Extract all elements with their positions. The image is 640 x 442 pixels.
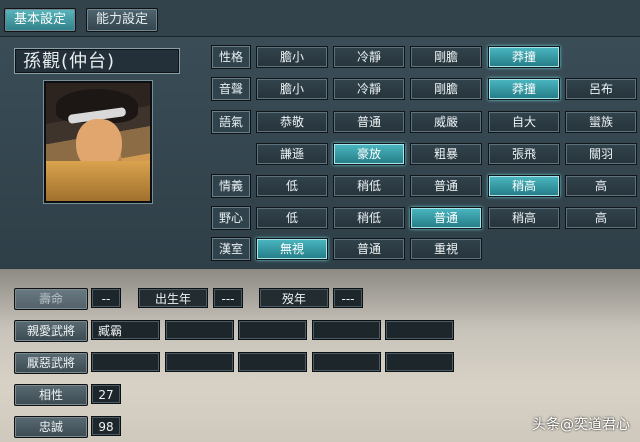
attribute-label: 音聲 <box>211 77 251 101</box>
death-year-label: 歿年 <box>259 288 329 308</box>
attribute-option-button[interactable]: 關羽 <box>565 143 637 165</box>
attribute-option-button[interactable]: 普通 <box>410 175 482 197</box>
disliked-general-slot[interactable] <box>385 352 454 372</box>
attribute-label: 漢室 <box>211 237 251 261</box>
favorite-generals-button[interactable]: 親愛武將 <box>14 320 88 342</box>
disliked-general-slot[interactable] <box>312 352 381 372</box>
attribute-option-button[interactable]: 冷靜 <box>333 46 405 68</box>
attribute-option-button[interactable]: 蠻族 <box>565 111 637 133</box>
tab-basic-settings[interactable]: 基本設定 <box>4 8 76 32</box>
attribute-option-button[interactable]: 高 <box>565 207 637 229</box>
attribute-option-button[interactable]: 張飛 <box>488 143 560 165</box>
attribute-option-button[interactable]: 稍低 <box>333 207 405 229</box>
attribute-option-button[interactable]: 剛膽 <box>410 78 482 100</box>
attribute-option-button[interactable]: 低 <box>256 175 328 197</box>
favorite-general-slot[interactable] <box>385 320 454 340</box>
birth-year-value: --- <box>213 288 243 308</box>
attribute-option-button[interactable]: 莽撞 <box>488 46 560 68</box>
attribute-option-button[interactable]: 普通 <box>410 207 482 229</box>
attribute-option-button[interactable]: 高 <box>565 175 637 197</box>
attribute-label: 性格 <box>211 45 251 69</box>
lifespan-button[interactable]: 壽命 <box>14 288 88 310</box>
watermark-text: 头条@奕道君心 <box>532 417 630 433</box>
attribute-option-button[interactable]: 恭敬 <box>256 111 328 133</box>
loyalty-value: 98 <box>91 416 121 436</box>
attribute-option-button[interactable]: 莽撞 <box>488 78 560 100</box>
attribute-option-button[interactable]: 呂布 <box>565 78 637 100</box>
attribute-option-button[interactable]: 稍高 <box>488 207 560 229</box>
attribute-option-button[interactable]: 普通 <box>333 238 405 260</box>
favorite-general-slot[interactable] <box>238 320 307 340</box>
character-portrait <box>44 81 152 203</box>
attribute-option-button[interactable]: 重視 <box>410 238 482 260</box>
attribute-label: 語氣 <box>211 110 251 134</box>
relations-panel: 壽命 -- 出生年 --- 歿年 --- 親愛武將 臧霸 厭惡武將 相性 27 … <box>0 269 640 442</box>
disliked-generals-button[interactable]: 厭惡武將 <box>14 352 88 374</box>
attribute-option-button[interactable]: 剛膽 <box>410 46 482 68</box>
disliked-general-slot[interactable] <box>238 352 307 372</box>
attribute-option-button[interactable]: 粗暴 <box>410 143 482 165</box>
attribute-option-button[interactable]: 無視 <box>256 238 328 260</box>
attribute-option-button[interactable]: 稍高 <box>488 175 560 197</box>
attribute-option-button[interactable]: 謙遜 <box>256 143 328 165</box>
attribute-option-button[interactable]: 豪放 <box>333 143 405 165</box>
attribute-label: 野心 <box>211 206 251 230</box>
attribute-label: 情義 <box>211 174 251 198</box>
lifespan-value: -- <box>91 288 121 308</box>
favorite-general-slot[interactable] <box>165 320 234 340</box>
compatibility-value: 27 <box>91 384 121 404</box>
disliked-general-slot[interactable] <box>165 352 234 372</box>
top-tab-bar: 基本設定 能力設定 <box>0 0 640 37</box>
attribute-option-button[interactable]: 膽小 <box>256 78 328 100</box>
attribute-option-button[interactable]: 普通 <box>333 111 405 133</box>
disliked-general-slot[interactable] <box>91 352 160 372</box>
death-year-value: --- <box>333 288 363 308</box>
attribute-option-button[interactable]: 冷靜 <box>333 78 405 100</box>
portrait-armor <box>46 161 150 201</box>
tab-ability-settings[interactable]: 能力設定 <box>86 8 158 32</box>
attribute-option-button[interactable]: 自大 <box>488 111 560 133</box>
favorite-general-slot[interactable] <box>312 320 381 340</box>
character-name: 孫觀(仲台) <box>14 48 180 74</box>
birth-year-label: 出生年 <box>138 288 208 308</box>
character-panel: 孫觀(仲台) 性格 膽小 冷靜 剛膽 莽撞 音聲 膽小 冷靜 剛膽 莽撞 呂布 語氣 恭敬 普通 威嚴 自大蠻… <box>0 37 640 268</box>
attribute-option-button[interactable]: 膽小 <box>256 46 328 68</box>
compatibility-button[interactable]: 相性 <box>14 384 88 406</box>
attribute-option-button[interactable]: 稍低 <box>333 175 405 197</box>
favorite-general-slot[interactable]: 臧霸 <box>91 320 160 340</box>
loyalty-button[interactable]: 忠誠 <box>14 416 88 438</box>
attribute-option-button[interactable]: 低 <box>256 207 328 229</box>
attribute-option-button[interactable]: 威嚴 <box>410 111 482 133</box>
